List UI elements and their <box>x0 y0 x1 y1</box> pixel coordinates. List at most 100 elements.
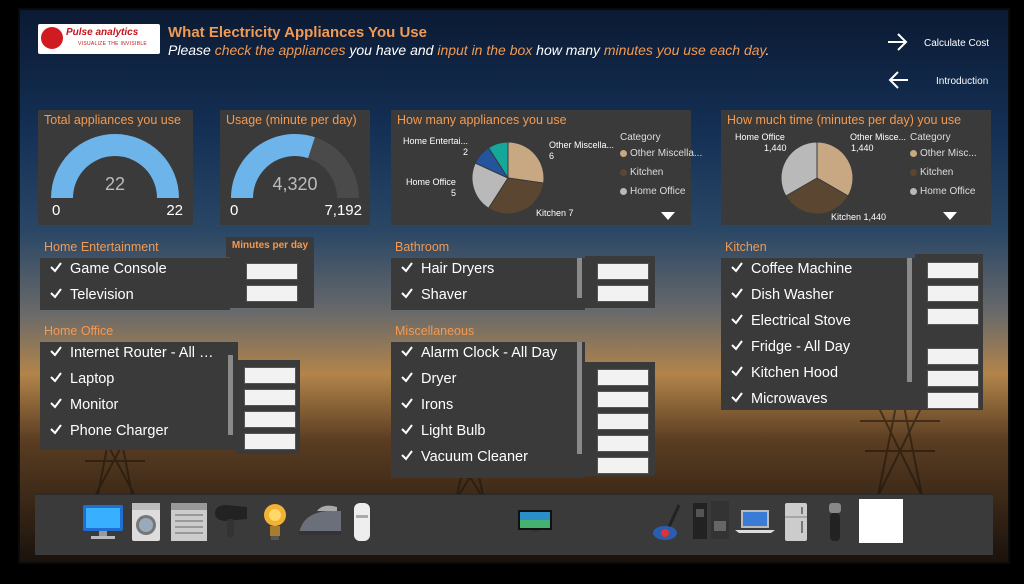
logo-tagline: VISUALIZE THE INVISIBLE <box>78 41 148 47</box>
list-item[interactable]: Shaver <box>401 287 467 309</box>
minutes-input[interactable] <box>597 369 649 386</box>
calculate-cost-button[interactable]: Calculate Cost <box>886 32 996 54</box>
minutes-input[interactable] <box>597 285 649 302</box>
logo-text: Pulse analytics <box>66 27 139 38</box>
pie-value: 6 <box>549 151 555 161</box>
list-item[interactable]: Hair Dryers <box>401 261 494 283</box>
list-item[interactable]: Coffee Machine <box>731 261 852 283</box>
minutes-input[interactable] <box>927 348 979 365</box>
checkbox-checked-icon <box>50 424 62 435</box>
item-label: Dish Washer <box>751 287 834 303</box>
gauge-max-label: 7,192 <box>324 202 362 219</box>
list-item[interactable]: Fridge - All Day <box>731 339 850 361</box>
legend-item[interactable]: Kitchen <box>910 167 953 178</box>
minutes-input[interactable] <box>927 308 979 325</box>
minutes-input[interactable] <box>244 411 296 428</box>
minutes-input[interactable] <box>927 285 979 302</box>
checkbox-checked-icon <box>731 392 743 403</box>
item-label: Light Bulb <box>421 423 486 439</box>
minutes-input[interactable] <box>246 285 298 302</box>
legend-item[interactable]: Home Office <box>620 186 685 197</box>
minutes-input[interactable] <box>597 391 649 408</box>
gauge-min-label: 0 <box>52 202 61 219</box>
pie-label: Home Office <box>406 177 456 187</box>
legend-label: Home Office <box>630 186 686 197</box>
list-item[interactable]: Microwaves <box>731 391 828 413</box>
checkbox-checked-icon <box>731 288 743 299</box>
list-item[interactable]: Monitor <box>50 397 118 419</box>
calculate-cost-label: Calculate Cost <box>924 38 990 49</box>
list-item[interactable]: Internet Router - All … <box>50 345 213 367</box>
pie-label: Home Office <box>735 132 785 142</box>
list-item[interactable]: Phone Charger <box>50 423 168 445</box>
appliances-count-chart: How many appliances you use Home Enterta… <box>391 110 702 225</box>
scrollbar[interactable] <box>577 342 582 454</box>
legend-scroll-down-icon[interactable] <box>943 212 957 220</box>
checkbox-checked-icon <box>731 366 743 377</box>
legend-label: Kitchen <box>630 167 664 178</box>
checkbox-checked-icon <box>731 340 743 351</box>
scrollbar[interactable] <box>907 258 912 382</box>
list-item[interactable]: Alarm Clock - All Day <box>401 345 557 367</box>
miscellaneous-list: Alarm Clock - All Day Dryer Irons Light … <box>391 342 585 478</box>
dishwasher-icon <box>171 503 207 541</box>
minutes-input[interactable] <box>244 433 296 450</box>
item-label: Internet Router - All … <box>70 345 214 361</box>
bathroom-list: Hair Dryers Shaver <box>391 258 585 310</box>
pie-value: 1,440 <box>851 143 874 153</box>
scrollbar[interactable] <box>228 355 233 435</box>
pie-slice[interactable] <box>507 141 545 184</box>
page-subtitle: Please check the appliances you have and… <box>168 42 769 58</box>
minutes-input[interactable] <box>927 262 979 279</box>
list-item[interactable]: Dryer <box>401 371 456 393</box>
legend-item[interactable]: Kitchen <box>620 167 663 178</box>
item-label: Microwaves <box>751 391 828 407</box>
minutes-input[interactable] <box>597 457 649 474</box>
coffee-machine-icon <box>693 501 729 539</box>
minutes-input[interactable] <box>597 435 649 452</box>
minutes-input[interactable] <box>597 413 649 430</box>
list-item[interactable]: Dish Washer <box>731 287 833 309</box>
list-item[interactable]: Kitchen Hood <box>731 365 838 387</box>
subtitle-highlight: minutes you use each day <box>603 42 766 58</box>
checkbox-checked-icon <box>401 262 413 273</box>
legend-item[interactable]: Other Miscella... <box>620 148 702 159</box>
minutes-input[interactable] <box>246 263 298 280</box>
section-title: Home Office <box>44 324 114 338</box>
total-appliances-card: Total appliances you use 22 0 22 <box>38 110 193 225</box>
introduction-button[interactable]: Introduction <box>886 70 996 92</box>
list-item[interactable]: Laptop <box>50 371 114 393</box>
subtitle-highlight: check the appliances <box>214 42 346 58</box>
iron-icon <box>299 505 341 535</box>
legend-label: Other Misc... <box>920 148 977 159</box>
checkbox-checked-icon <box>731 262 743 273</box>
list-item[interactable]: Irons <box>401 397 453 419</box>
scrollbar[interactable] <box>577 258 582 298</box>
legend-item[interactable]: Other Misc... <box>910 148 977 159</box>
item-label: Dryer <box>421 371 457 387</box>
checkbox-checked-icon <box>401 288 413 299</box>
legend-scroll-down-icon[interactable] <box>661 212 675 220</box>
minutes-input[interactable] <box>244 367 296 384</box>
gauge-min-label: 0 <box>230 202 239 219</box>
home-office-list: Internet Router - All … Laptop Monitor P… <box>40 342 238 450</box>
pie-value: 5 <box>451 188 457 198</box>
list-item[interactable]: Light Bulb <box>401 423 486 445</box>
minutes-input[interactable] <box>927 370 979 387</box>
item-label: Hair Dryers <box>421 261 495 277</box>
minutes-input[interactable] <box>597 263 649 280</box>
item-label: Television <box>70 287 134 303</box>
logo: Pulse analytics VISUALIZE THE INVISIBLE <box>38 24 160 54</box>
list-item[interactable]: Television <box>50 287 134 309</box>
minutes-input[interactable] <box>244 389 296 406</box>
hair-dryer-icon <box>215 505 247 537</box>
list-item[interactable]: Vacuum Cleaner <box>401 449 528 471</box>
pie-label: Other Misce... <box>850 132 907 142</box>
list-item[interactable]: Electrical Stove <box>731 313 851 335</box>
legend-dot <box>620 187 627 195</box>
legend-item[interactable]: Home Office <box>910 186 975 197</box>
list-item[interactable]: Game Console <box>50 261 167 283</box>
minutes-input[interactable] <box>927 392 979 409</box>
legend-dot <box>620 168 627 176</box>
subtitle-text: how many <box>532 42 604 58</box>
